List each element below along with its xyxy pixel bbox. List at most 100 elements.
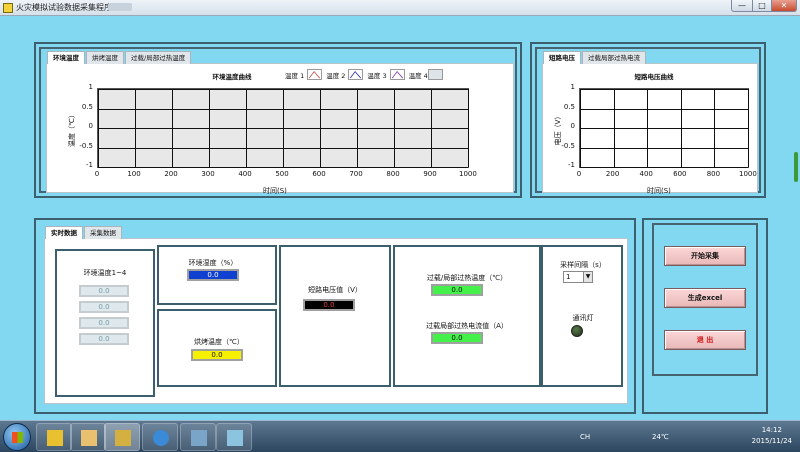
front-panel: 环境温度 烘烤温度 过载/局部过热温度 环境温度曲线 温度 1 温度 2 温度 … [0,16,800,420]
minimize-button[interactable]: — [731,0,753,12]
scroll-indicator[interactable] [794,152,798,182]
sample-interval-select[interactable]: 1 ▼ [563,271,593,283]
labview-app-icon [3,3,13,13]
legend-item-1: 温度 1 [285,69,323,80]
env-temp-label: 环境温度1~4 [83,269,127,277]
tab-overload-temp[interactable]: 过载/局部过热温度 [125,51,192,64]
voltage-plot-area[interactable] [579,88,749,168]
grid-line-horizontal [98,128,468,129]
taskbar-explorer[interactable] [70,423,106,451]
generate-excel-button[interactable]: 生成excel [664,288,746,308]
x-tick-label: 600 [312,170,326,178]
y-tick-label: 0 [570,122,575,130]
temperature-legend: 温度 1 温度 2 温度 3 温度 4 [285,69,447,80]
system-clock[interactable]: 14:12 2015/11/24 [752,425,792,447]
taskbar-vi[interactable] [104,423,140,451]
short-voltage-indicator: 0.0 [303,299,355,311]
tab-realtime-data[interactable]: 实时数据 [45,226,83,239]
humidity-indicator: 0.0 [187,269,239,281]
env-temp-2-indicator: 0.0 [79,301,129,313]
tab-collected-data[interactable]: 采集数据 [84,226,122,239]
voltage-tab-control: 短路电压 过载局部过热电流 短路电压曲线 电压（V） 时间(S) 0 200 400… [542,51,758,195]
windows-logo-icon [12,432,23,443]
comm-led-indicator [571,325,583,337]
exit-button[interactable]: 退 出 [664,330,746,350]
title-bar: 火灾模拟试验数据采集程序.vi — □ ✕ [0,0,800,16]
bake-temp-indicator: 0.0 [191,349,243,361]
weather-temp[interactable]: 24℃ [652,433,669,441]
x-tick-label: 200 [605,170,620,178]
start-acquisition-button[interactable]: 开始采集 [664,246,746,266]
temperature-x-axis-label: 时间(S) [263,187,287,195]
taskbar: CH 24℃ 14:12 2015/11/24 [0,420,800,452]
env-temp-4-indicator: 0.0 [79,333,129,345]
legend-item-2: 温度 2 [326,69,364,80]
sample-panel: 采样间隔（s） 1 ▼ 通讯灯 [541,245,623,387]
grid-line-vertical [748,89,749,167]
short-voltage-label: 短路电压值（V） [308,286,362,294]
labview-icon [47,430,63,446]
humidity-label: 环境湿度（%） [188,259,238,267]
grid-line-horizontal [98,147,468,149]
taskbar-labview[interactable] [36,423,72,451]
grid-line-horizontal [580,89,748,90]
x-tick-label: 800 [706,170,721,178]
temperature-plot-area[interactable] [97,88,469,168]
legend-line-2-icon [348,69,364,80]
grid-line-horizontal [98,89,468,90]
x-tick-label: 0 [94,170,100,178]
monitor-icon [191,430,207,446]
grid-line-horizontal [98,167,468,168]
y-tick-label: 0 [88,122,93,130]
env-temp-3-indicator: 0.0 [79,317,129,329]
start-button[interactable] [3,423,31,451]
grid-line-horizontal [98,108,468,110]
tab-overload-current[interactable]: 过载局部过热电流 [582,51,646,64]
x-tick-label: 600 [673,170,687,178]
overload-panel: 过载/局部过热温度（℃） 0.0 过载局部过热电流值（A） 0.0 [393,245,541,387]
y-tick-label: -1 [86,161,93,169]
legend-line-3-icon [389,69,405,80]
env-temp-panel: 环境温度1~4 0.0 0.0 0.0 0.0 [55,249,155,397]
bake-temp-label: 烘烤温度（℃） [194,338,244,346]
grid-line-horizontal [580,167,748,168]
grid-line-horizontal [580,128,748,129]
legend-box-4 [427,69,443,80]
y-tick-label: 0.5 [81,102,93,111]
clock-time: 14:12 [761,426,782,434]
voltage-chart-title: 短路电压曲线 [634,73,674,81]
grid-line-horizontal [580,147,748,149]
close-button[interactable]: ✕ [771,0,797,12]
temperature-chart-title: 环境温度曲线 [212,73,252,81]
bake-temp-panel: 烘烤温度（℃） 0.0 [157,309,277,387]
lang-indicator[interactable]: CH [580,433,590,441]
maximize-button[interactable]: □ [752,0,772,12]
x-tick-label: 1000 [739,170,757,178]
x-tick-label: 800 [386,170,400,178]
comm-light-label: 通讯灯 [572,314,594,322]
legend-line-1-icon [307,69,323,80]
taskbar-remote[interactable] [180,423,216,451]
x-tick-label: 400 [238,170,252,178]
overload-current-indicator: 0.0 [431,332,483,344]
folder-icon [81,430,97,446]
taskbar-app5[interactable] [216,423,252,451]
tab-env-temp[interactable]: 环境温度 [47,51,85,64]
grid-line-horizontal [580,108,748,110]
taskbar-ie[interactable] [142,423,178,451]
humidity-panel: 环境湿度（%） 0.0 [157,245,277,305]
x-tick-label: 200 [164,170,178,178]
overload-temp-label: 过载/局部过热温度（℃） [426,274,508,282]
y-tick-label: -1 [568,161,575,169]
y-tick-label: 1 [570,83,575,91]
x-tick-label: 400 [639,170,653,178]
clock-date: 2015/11/24 [751,437,792,445]
window-icon [227,430,243,446]
title-decoration [108,3,132,11]
chevron-down-icon: ▼ [583,272,592,282]
tab-bake-temp[interactable]: 烘烤温度 [86,51,124,64]
sample-interval-label: 采样间隔（s） [560,261,606,269]
x-tick-label: 500 [275,170,289,178]
tab-short-voltage[interactable]: 短路电压 [543,51,581,64]
x-tick-label: 700 [349,170,363,178]
